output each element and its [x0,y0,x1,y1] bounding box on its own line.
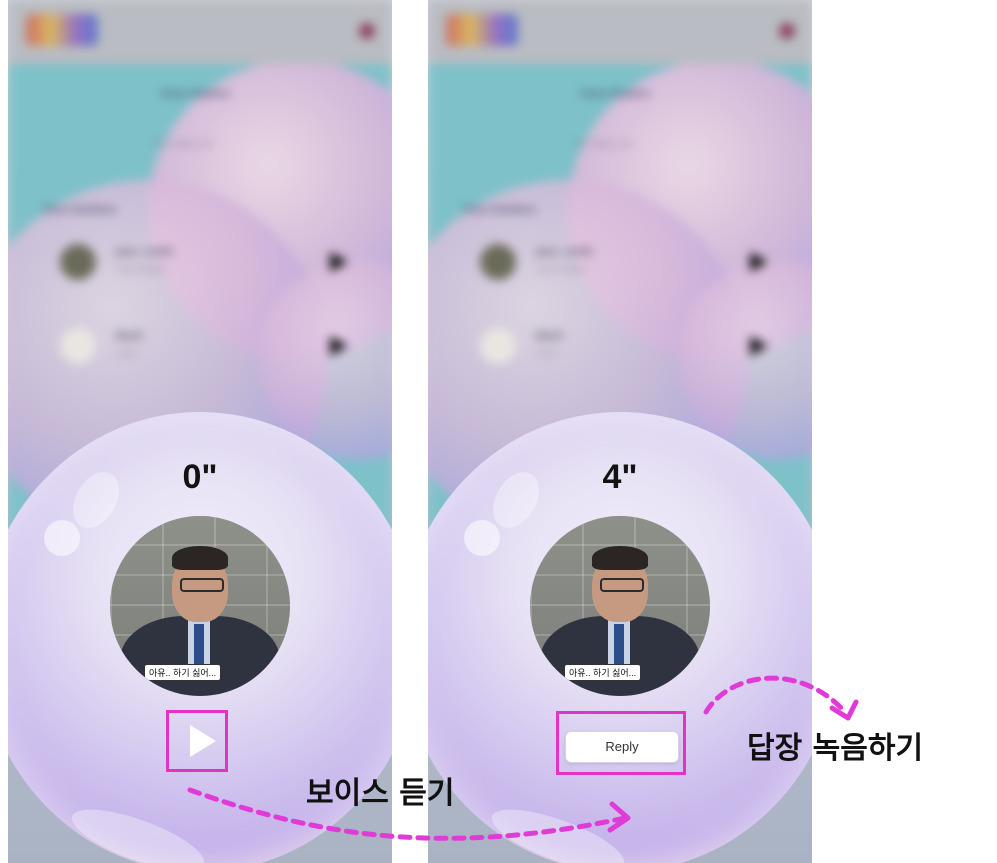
voice-replies-title: Voice Replies [580,88,651,100]
list-item-name: jane_smith [536,246,594,258]
list-item[interactable]: jane_smith voice bubble [48,232,368,292]
record-reply-label: 답장 녹음하기 [747,731,924,766]
list-item[interactable]: jane_smith voice bubble [468,232,788,292]
play-icon[interactable] [750,252,768,272]
avatar [60,244,96,280]
menu-icon[interactable] [778,22,796,40]
list-item-subtitle: voice [116,348,138,358]
voice-bubbles-title: Voice Bubbles [42,204,117,216]
list-item-subtitle: voice bubble [116,264,167,274]
list-item[interactable]: Basil voice [48,316,368,376]
play-button[interactable] [166,710,228,772]
bubble-highlight [44,520,80,556]
avatar [480,328,516,364]
play-icon[interactable] [750,336,768,356]
list-item-subtitle: voice [536,348,558,358]
menu-icon[interactable] [358,22,376,40]
voice-replies-empty: No reply yet [154,138,213,150]
reply-button[interactable]: Reply [565,731,679,763]
play-icon[interactable] [330,252,348,272]
app-logo [26,14,98,46]
list-item-name: Basil [116,330,143,342]
listen-voice-label: 보이스 듣기 [306,776,455,811]
list-item-subtitle: voice bubble [536,264,587,274]
video-thumbnail: 아유.. 하기 싫어... [110,516,290,696]
voice-bubbles-title: Voice Bubbles [462,204,537,216]
playback-timer: 0" [182,458,218,496]
bubble-highlight [464,520,500,556]
record-arrowhead [829,699,859,721]
app-header [8,0,392,64]
avatar [480,244,516,280]
left-screen: Voice Replies No reply yet Voice Bubbles… [8,0,392,863]
video-caption: 아유.. 하기 싫어... [144,664,222,681]
avatar [60,328,96,364]
play-icon [190,725,216,757]
voice-replies-empty: No reply yet [574,138,633,150]
list-item[interactable]: Basil voice [468,316,788,376]
video-caption: 아유.. 하기 싫어... [564,664,642,681]
app-logo [446,14,518,46]
video-thumbnail: 아유.. 하기 싫어... [530,516,710,696]
list-item-name: jane_smith [116,246,174,258]
list-item-name: Basil [536,330,563,342]
voice-replies-title: Voice Replies [160,88,231,100]
reply-highlight-box: Reply [556,711,686,775]
app-header [428,0,812,64]
play-icon[interactable] [330,336,348,356]
playback-timer: 4" [602,458,638,496]
